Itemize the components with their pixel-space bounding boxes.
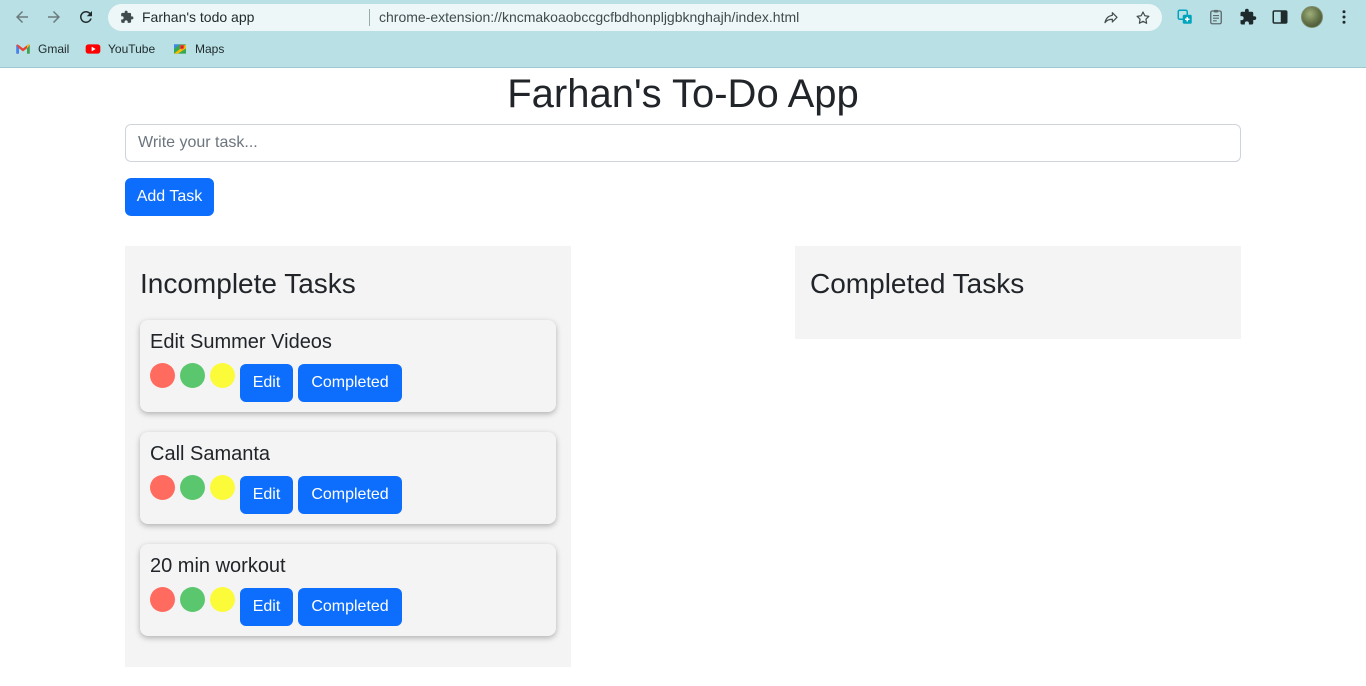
- reload-icon: [79, 10, 92, 23]
- kebab-menu-icon: [1342, 10, 1346, 24]
- priority-yellow-dot[interactable]: [210, 587, 235, 612]
- page-title: Farhan's To-Do App: [507, 72, 859, 116]
- address-bar[interactable]: Farhan's todo app chrome-extension://knc…: [108, 4, 1162, 31]
- priority-green-dot[interactable]: [180, 363, 205, 388]
- edit-task-button[interactable]: Edit: [240, 588, 293, 626]
- task-card: Call Samanta Edit Completed: [140, 432, 556, 524]
- share-icon: [1104, 12, 1118, 24]
- translate-extension-icon: [1177, 9, 1192, 24]
- priority-red-dot[interactable]: [150, 475, 175, 500]
- priority-red-dot[interactable]: [150, 363, 175, 388]
- side-panel-icon: [1272, 10, 1288, 24]
- back-arrow-icon: [16, 11, 28, 23]
- bookmark-youtube[interactable]: YouTube: [85, 40, 155, 58]
- completed-tasks-heading: Completed Tasks: [810, 268, 1025, 299]
- bookmark-maps[interactable]: Maps: [172, 40, 224, 58]
- bookmark-label: Gmail: [38, 42, 70, 56]
- bookmark-label: YouTube: [108, 42, 156, 56]
- priority-yellow-dot[interactable]: [210, 363, 235, 388]
- clipboard-icon: [1210, 9, 1222, 25]
- priority-green-dot[interactable]: [180, 475, 205, 500]
- forward-button[interactable]: [42, 5, 66, 29]
- task-title: Edit Summer Videos: [150, 331, 332, 353]
- address-separator: [369, 9, 370, 26]
- extension-puzzle-icon: [121, 10, 134, 23]
- back-button[interactable]: [10, 5, 34, 29]
- task-card: Edit Summer Videos Edit Completed: [140, 320, 556, 412]
- maps-icon: [174, 44, 186, 54]
- task-title: 20 min workout: [150, 555, 286, 577]
- bookmark-gmail[interactable]: Gmail: [15, 40, 69, 58]
- browser-menu-button[interactable]: [1332, 5, 1356, 29]
- extension-clipboard-button[interactable]: [1204, 5, 1228, 29]
- edit-task-button[interactable]: Edit: [240, 364, 293, 402]
- side-panel-button[interactable]: [1268, 5, 1292, 29]
- puzzle-icon: [1240, 8, 1257, 25]
- priority-green-dot[interactable]: [180, 587, 205, 612]
- share-button[interactable]: [1102, 9, 1120, 27]
- bookmark-star-button[interactable]: [1134, 9, 1152, 27]
- star-icon: [1136, 11, 1150, 24]
- bookmark-label: Maps: [195, 42, 225, 56]
- priority-yellow-dot[interactable]: [210, 475, 235, 500]
- extensions-menu-button[interactable]: [1236, 5, 1260, 29]
- completed-tasks-panel: Completed Tasks: [795, 246, 1241, 339]
- forward-arrow-icon: [48, 11, 60, 23]
- task-input[interactable]: [125, 124, 1241, 162]
- task-title: Call Samanta: [150, 443, 271, 465]
- gmail-icon: [16, 44, 30, 54]
- complete-task-button[interactable]: Completed: [298, 476, 402, 514]
- browser-toolbar: Farhan's todo app chrome-extension://knc…: [0, 0, 1366, 68]
- incomplete-tasks-panel: Incomplete Tasks Edit Summer Videos Edit…: [125, 246, 571, 667]
- add-task-button[interactable]: Add Task: [125, 178, 214, 216]
- url-text[interactable]: chrome-extension://kncmakoaobccgcfbdhonp…: [379, 9, 799, 25]
- complete-task-button[interactable]: Completed: [298, 364, 402, 402]
- profile-avatar[interactable]: [1301, 6, 1323, 28]
- task-card: 20 min workout Edit Completed: [140, 544, 556, 636]
- priority-red-dot[interactable]: [150, 587, 175, 612]
- reload-button[interactable]: [74, 5, 98, 29]
- complete-task-button[interactable]: Completed: [298, 588, 402, 626]
- incomplete-tasks-heading: Incomplete Tasks: [140, 268, 356, 299]
- extension-translate-button[interactable]: [1173, 5, 1197, 29]
- site-name: Farhan's todo app: [142, 9, 255, 25]
- youtube-icon: [85, 44, 101, 54]
- edit-task-button[interactable]: Edit: [240, 476, 293, 514]
